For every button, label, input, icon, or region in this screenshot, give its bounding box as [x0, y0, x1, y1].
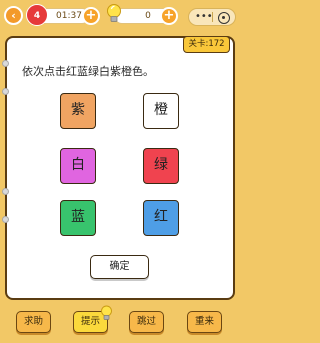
back-arrow-icon: ‹ — [11, 9, 16, 22]
close-target-icon[interactable] — [218, 12, 230, 24]
option-label: 白 — [71, 157, 85, 173]
help-button[interactable]: 求助 — [16, 311, 51, 333]
back-button[interactable]: ‹ — [4, 6, 23, 25]
option-label: 蓝 — [71, 209, 85, 225]
restart-label: 重来 — [194, 316, 214, 327]
coins-count: 0 — [145, 11, 151, 21]
option-label: 橙 — [154, 102, 168, 118]
binder-ring — [2, 216, 9, 223]
level-label: 关卡:172 — [188, 39, 225, 49]
plus-icon: + — [163, 8, 175, 23]
option-button-purple-word[interactable]: 紫 — [60, 93, 96, 129]
option-button-red-word[interactable]: 红 — [143, 200, 179, 236]
level-badge: 关卡:172 — [183, 36, 230, 53]
skip-label: 跳过 — [136, 316, 156, 327]
lives-count: 4 — [33, 11, 41, 21]
more-menu-icon[interactable]: ••• — [195, 10, 213, 24]
binder-ring — [2, 188, 9, 195]
option-label: 绿 — [154, 157, 168, 173]
option-button-white-word[interactable]: 白 — [60, 148, 96, 184]
mini-program-capsule: ••• — [188, 8, 236, 26]
confirm-label: 确定 — [109, 261, 130, 272]
confirm-button[interactable]: 确定 — [90, 255, 149, 279]
plus-icon: + — [85, 8, 97, 23]
help-label: 求助 — [23, 316, 43, 327]
option-label: 紫 — [71, 102, 85, 118]
option-label: 红 — [154, 209, 168, 225]
add-coins-button[interactable]: + — [160, 7, 178, 25]
timer-text: 01:37 — [56, 11, 82, 21]
option-button-orange-word[interactable]: 橙 — [143, 93, 179, 129]
question-text: 依次点击红蓝绿白紫橙色。 — [22, 65, 154, 78]
restart-button[interactable]: 重来 — [187, 311, 222, 333]
hint-label: 提示 — [80, 316, 100, 327]
hint-lightbulb-icon — [101, 305, 112, 320]
capsule-divider — [212, 12, 213, 22]
add-lives-button[interactable]: + — [82, 7, 100, 25]
binder-ring — [2, 60, 9, 67]
binder-ring — [2, 88, 9, 95]
lightbulb-icon — [107, 4, 121, 22]
heart-icon: 4 — [26, 4, 48, 26]
option-button-green-word[interactable]: 绿 — [143, 148, 179, 184]
option-button-blue-word[interactable]: 蓝 — [60, 200, 96, 236]
top-bar: ‹ 01:37 4 + 0 + ••• — [0, 0, 240, 32]
skip-button[interactable]: 跳过 — [129, 311, 164, 333]
